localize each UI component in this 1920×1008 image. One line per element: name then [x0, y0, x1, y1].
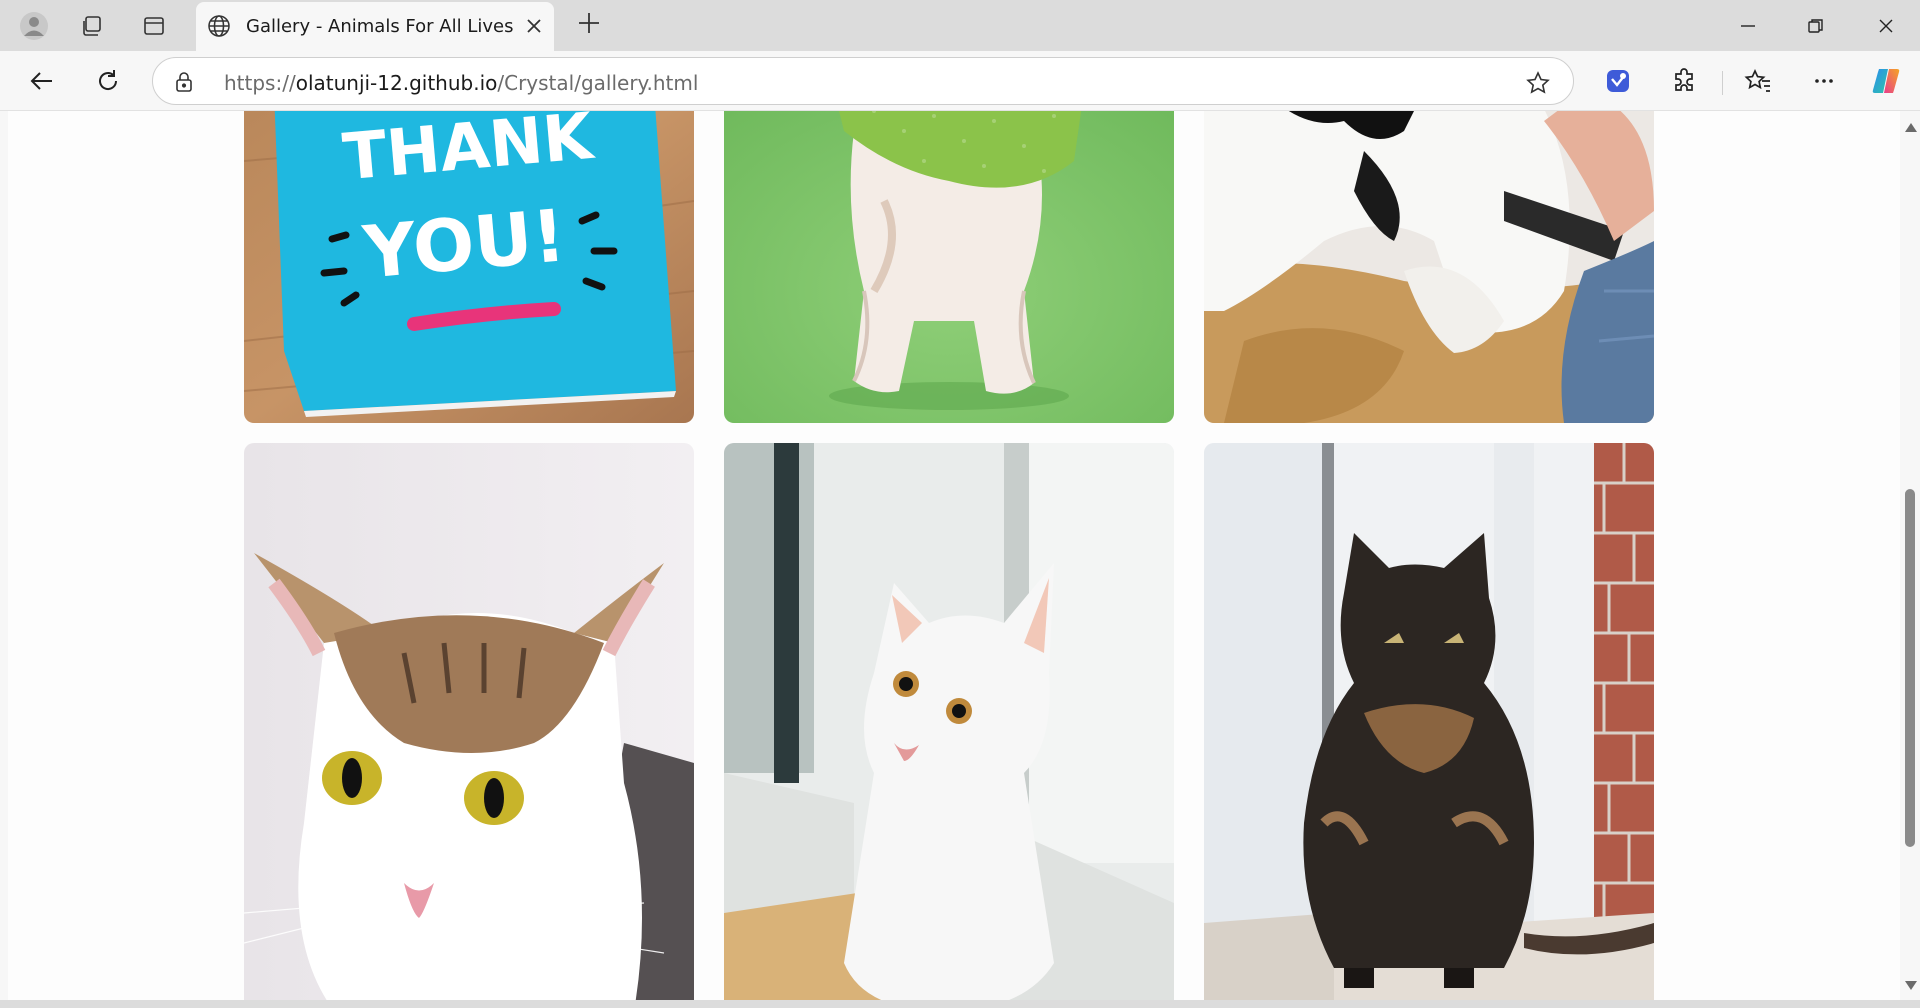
url-scheme: https://: [224, 71, 296, 95]
gallery-photo-tortoiseshell-cat[interactable]: [1204, 443, 1654, 1000]
gallery-photo-tabby-cat[interactable]: [244, 443, 694, 1000]
vertical-tabs-icon[interactable]: [136, 8, 172, 44]
gallery-photo-thank-you-card[interactable]: THANK YOU!: [244, 111, 694, 423]
browser-toolbar: https://olatunji-12.github.io/Crystal/ga…: [0, 51, 1920, 111]
gallery-photo-white-kitten[interactable]: [724, 443, 1174, 1000]
url-path: /Crystal/gallery.html: [497, 71, 699, 95]
gallery-photo-white-dog[interactable]: [724, 111, 1174, 423]
scroll-up-icon[interactable]: [1905, 123, 1917, 132]
refresh-icon[interactable]: [86, 59, 130, 103]
extensions-icon[interactable]: [1662, 59, 1706, 103]
more-icon[interactable]: [1802, 59, 1846, 103]
favorite-star-icon[interactable]: [1525, 70, 1551, 96]
svg-text:YOU!: YOU!: [359, 193, 569, 294]
toolbar-separator: [1722, 71, 1723, 95]
tab-close-icon[interactable]: [522, 14, 546, 38]
address-bar[interactable]: https://olatunji-12.github.io/Crystal/ga…: [152, 57, 1574, 105]
page-viewport: THANK YOU!: [8, 111, 1900, 1000]
scrollbar-thumb[interactable]: [1905, 489, 1915, 847]
minimize-icon[interactable]: [1714, 6, 1782, 46]
globe-icon: [206, 13, 232, 39]
restore-icon[interactable]: [1782, 6, 1850, 46]
title-bar: Gallery - Animals For All Lives: [0, 0, 1920, 51]
tab-title: Gallery - Animals For All Lives: [246, 16, 514, 37]
address-url[interactable]: https://olatunji-12.github.io/Crystal/ga…: [224, 71, 698, 95]
workspaces-icon[interactable]: [74, 8, 110, 44]
back-icon[interactable]: [20, 59, 64, 103]
favorites-icon[interactable]: [1736, 59, 1780, 103]
close-icon[interactable]: [1852, 6, 1920, 46]
window-bottom-edge: [0, 1000, 1920, 1008]
gallery-photo-black-white-dog[interactable]: [1204, 111, 1654, 423]
copilot-icon[interactable]: [1864, 59, 1908, 103]
new-tab-icon[interactable]: [574, 8, 604, 38]
profile-avatar-icon[interactable]: [16, 8, 52, 44]
site-info-icon[interactable]: [173, 70, 195, 94]
url-host: olatunji-12.github.io: [295, 71, 498, 95]
page-scrollbar[interactable]: [1900, 111, 1920, 1000]
scroll-down-icon[interactable]: [1905, 981, 1917, 990]
copilot-vision-icon[interactable]: [1596, 59, 1640, 103]
tab-gallery[interactable]: Gallery - Animals For All Lives: [196, 2, 554, 51]
